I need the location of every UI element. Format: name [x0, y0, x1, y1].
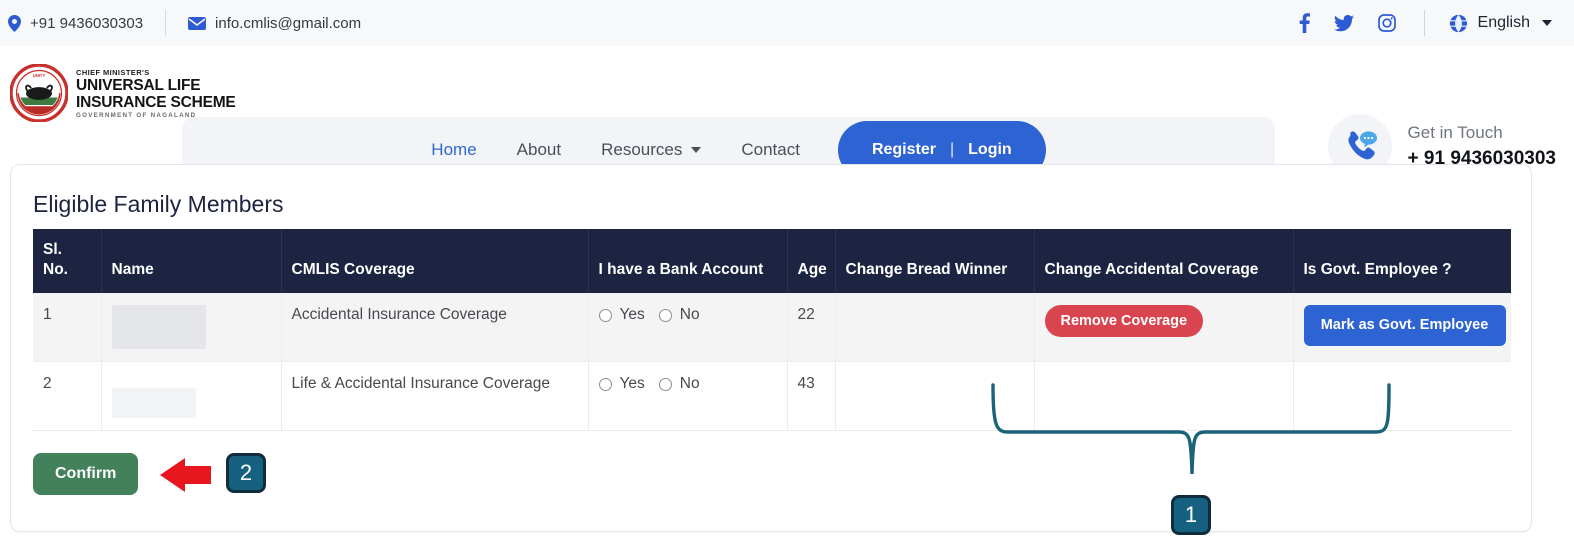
globe-icon	[1449, 14, 1468, 33]
column-header-govt-employee: Is Govt. Employee ?	[1293, 229, 1511, 293]
topbar-right-group: English	[1299, 10, 1574, 36]
cell-sl-no: 2	[33, 361, 102, 431]
column-header-bank-account: I have a Bank Account	[588, 229, 788, 293]
cell-name	[101, 361, 282, 431]
radio-yes-label: Yes	[619, 374, 645, 392]
cell-age: 43	[787, 361, 836, 431]
topbar-email[interactable]: info.cmlis@gmail.com	[188, 15, 361, 32]
topbar-phone-text: +91 9436030303	[30, 14, 144, 32]
page-title: Eligible Family Members	[33, 191, 284, 217]
cell-bank-account: Yes No	[588, 292, 788, 362]
cell-bread-winner	[835, 292, 1035, 362]
cell-bread-winner	[835, 361, 1035, 431]
twitter-icon[interactable]	[1333, 14, 1354, 32]
remove-coverage-button[interactable]: Remove Coverage	[1044, 304, 1204, 337]
topbar-divider	[165, 10, 167, 36]
logo-text-block: CHIEF MINISTER'S UNIVERSAL LIFE INSURANC…	[76, 67, 236, 120]
register-label: Register	[871, 141, 936, 158]
chevron-down-icon	[691, 147, 702, 153]
login-label: Login	[968, 141, 1012, 158]
instagram-icon[interactable]	[1377, 14, 1396, 32]
column-header-name: Name	[101, 229, 282, 293]
table-header-row: Sl. No. Name CMLIS Coverage I have a Ban…	[33, 229, 1511, 293]
get-in-touch-text: Get in Touch + 91 9436030303	[1408, 123, 1556, 170]
radio-yes-label: Yes	[619, 305, 645, 323]
cell-bank-account: Yes No	[588, 361, 788, 431]
radio-yes[interactable]	[598, 308, 612, 322]
cell-coverage: Life & Accidental Insurance Coverage	[281, 361, 589, 431]
column-header-bread-winner: Change Bread Winner	[835, 229, 1035, 293]
logo-line-3: INSURANCE SCHEME	[76, 93, 236, 111]
radio-no[interactable]	[658, 308, 672, 322]
cell-govt-employee	[1293, 361, 1511, 431]
topbar-phone[interactable]: +91 9436030303	[8, 14, 144, 32]
mark-as-govt-employee-button[interactable]: Mark as Govt. Employee	[1303, 304, 1506, 346]
eligible-members-table: Sl. No. Name CMLIS Coverage I have a Ban…	[33, 229, 1511, 431]
logo-line-1: CHIEF MINISTER'S	[76, 67, 150, 77]
nav-item-home[interactable]: Home	[411, 140, 496, 160]
nav-item-contact[interactable]: Contact	[721, 140, 820, 160]
radio-no[interactable]	[658, 377, 672, 391]
cell-name	[101, 292, 282, 362]
cell-sl-no: 1	[33, 292, 102, 362]
cell-age: 22	[787, 292, 836, 362]
eligible-members-card: Eligible Family Members Sl. No. Name CML…	[10, 164, 1532, 532]
column-header-age: Age	[787, 229, 836, 293]
column-header-accidental-coverage: Change Accidental Coverage	[1034, 229, 1294, 293]
nav-item-about[interactable]: About	[497, 140, 581, 160]
cmlis-seal-icon: UNITY	[10, 64, 68, 122]
radio-yes[interactable]	[598, 377, 612, 391]
language-selector[interactable]: English	[1449, 14, 1552, 33]
logo-line-2: UNIVERSAL LIFE	[76, 77, 201, 95]
redacted-name	[111, 304, 206, 349]
nav-item-resources[interactable]: Resources	[581, 140, 721, 160]
table-row: 2 Life & Accidental Insurance Coverage Y…	[33, 361, 1511, 431]
column-header-coverage: CMLIS Coverage	[281, 229, 589, 293]
site-logo[interactable]: UNITY CHIEF MINISTER'S UNIVERSAL LIFE IN…	[10, 64, 236, 122]
table-row: 1 Accidental Insurance Coverage Yes No 2…	[33, 292, 1511, 362]
cell-accidental-coverage	[1034, 361, 1294, 431]
register-login-separator: |	[949, 141, 955, 158]
annotation-badge-2: 2	[226, 453, 266, 493]
bank-account-radio-group[interactable]: Yes No	[598, 305, 706, 326]
envelope-icon	[188, 16, 207, 30]
social-links	[1299, 13, 1396, 33]
site-header: UNITY CHIEF MINISTER'S UNIVERSAL LIFE IN…	[0, 46, 1574, 183]
confirm-button[interactable]: Confirm	[33, 453, 139, 495]
bank-account-radio-group[interactable]: Yes No	[598, 374, 706, 395]
cell-govt-employee: Mark as Govt. Employee	[1293, 292, 1511, 362]
radio-no-label: No	[679, 305, 700, 323]
cell-coverage: Accidental Insurance Coverage	[281, 292, 589, 362]
red-arrow-annotation	[160, 458, 211, 492]
language-label: English	[1477, 14, 1530, 31]
redacted-name	[111, 387, 196, 418]
cell-accidental-coverage: Remove Coverage	[1034, 292, 1294, 362]
location-pin-icon	[8, 14, 21, 32]
topbar-email-text: info.cmlis@gmail.com	[215, 14, 362, 32]
radio-no-label: No	[679, 374, 700, 392]
facebook-icon[interactable]	[1299, 13, 1310, 33]
nav-item-resources-label: Resources	[601, 140, 683, 159]
column-header-sl-no: Sl. No.	[33, 229, 102, 293]
annotation-badge-1[interactable]: 1	[1171, 495, 1211, 535]
chevron-down-icon	[1542, 20, 1552, 26]
get-in-touch-label: Get in Touch	[1407, 122, 1503, 142]
top-utility-bar: +91 9436030303 info.cmlis@gmail.com Engl…	[0, 0, 1574, 46]
topbar-divider-2	[1423, 10, 1425, 36]
svg-text:UNITY: UNITY	[33, 73, 46, 78]
topbar-contact-group: +91 9436030303 info.cmlis@gmail.com	[0, 10, 361, 36]
